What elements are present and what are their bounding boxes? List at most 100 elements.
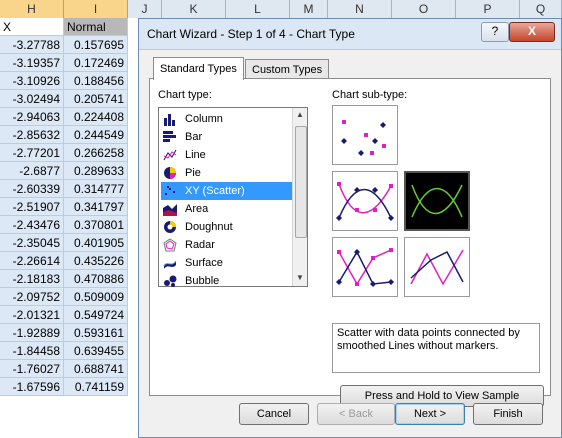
normal-value-cell[interactable]: 0.639455 [64, 342, 128, 360]
table-row: -1.76027 0.688741 [0, 360, 128, 378]
normal-value-cell[interactable]: 0.509009 [64, 288, 128, 306]
column-header-h[interactable]: H [0, 0, 64, 18]
x-value-cell[interactable]: -2.09752 [0, 288, 64, 306]
normal-value-cell[interactable]: 0.244549 [64, 126, 128, 144]
column-header-o[interactable]: O [392, 0, 456, 18]
chart-type-item-xy-scatter[interactable]: XY (Scatter) [161, 182, 297, 200]
x-value-cell[interactable]: -1.76027 [0, 360, 64, 378]
normal-value-cell[interactable]: 0.188456 [64, 72, 128, 90]
subtype-lines-no-markers[interactable] [404, 237, 470, 297]
column-header-i[interactable]: I [64, 0, 128, 18]
x-value-cell[interactable]: -2.43476 [0, 216, 64, 234]
column-header-p[interactable]: P [456, 0, 520, 18]
normal-value-cell[interactable]: 0.224408 [64, 108, 128, 126]
normal-value-cell[interactable]: 0.435226 [64, 252, 128, 270]
x-value-cell[interactable]: -2.85632 [0, 126, 64, 144]
subtype-smoothed-lines-selected[interactable] [404, 171, 470, 231]
column-header-k[interactable]: K [162, 0, 226, 18]
x-value-cell[interactable]: -3.19357 [0, 54, 64, 72]
normal-value-cell[interactable]: 0.172469 [64, 54, 128, 72]
chart-type-item-bar[interactable]: Bar [161, 128, 297, 146]
normal-value-cell[interactable]: 0.289633 [64, 162, 128, 180]
table-row: -3.27788 0.157695 [0, 36, 128, 54]
chart-type-label: Line [185, 149, 206, 161]
table-row: -2.85632 0.244549 [0, 126, 128, 144]
chart-type-item-bubble[interactable]: Bubble [161, 272, 297, 290]
column-header-m[interactable]: M [290, 0, 328, 18]
smoothed-markers-icon [336, 182, 394, 221]
x-value-cell[interactable]: -2.51907 [0, 198, 64, 216]
x-value-cell[interactable]: -2.60339 [0, 180, 64, 198]
table-row: -2.6877 0.289633 [0, 162, 128, 180]
dialog-titlebar[interactable]: Chart Wizard - Step 1 of 4 - Chart Type … [139, 19, 561, 50]
tab-standard-types[interactable]: Standard Types [153, 57, 244, 80]
normal-value-cell[interactable]: 0.401905 [64, 234, 128, 252]
subtype-lines-with-markers[interactable] [332, 237, 398, 297]
x-value-cell[interactable]: -2.18183 [0, 270, 64, 288]
normal-value-cell[interactable]: 0.157695 [64, 36, 128, 54]
table-row: -3.10926 0.188456 [0, 72, 128, 90]
subtype-scatter-markers[interactable] [332, 105, 398, 165]
column-header-j[interactable]: J [128, 0, 162, 18]
normal-value-cell[interactable]: 0.549724 [64, 306, 128, 324]
x-value-cell[interactable]: -1.67596 [0, 378, 64, 396]
subtype-smoothed-with-markers[interactable] [332, 171, 398, 231]
table-row: -2.77201 0.266258 [0, 144, 128, 162]
chart-type-item-column[interactable]: Column [161, 110, 297, 128]
x-value-cell[interactable]: -2.26614 [0, 252, 64, 270]
column-header-q[interactable]: Q [520, 0, 562, 18]
help-button[interactable]: ? [481, 22, 509, 42]
column-header-l[interactable]: L [226, 0, 290, 18]
table-row: -1.67596 0.741159 [0, 378, 128, 396]
chart-type-item-doughnut[interactable]: Doughnut [161, 218, 297, 236]
x-value-cell[interactable]: -2.01321 [0, 306, 64, 324]
chart-type-item-line[interactable]: Line [161, 146, 297, 164]
x-value-cell[interactable]: -2.35045 [0, 234, 64, 252]
column-headers: H I J K L M N O P Q [0, 0, 562, 19]
scatter-markers-icon [341, 120, 386, 156]
normal-value-cell[interactable]: 0.470886 [64, 270, 128, 288]
x-value-cell[interactable]: -2.77201 [0, 144, 64, 162]
chart-type-item-surface[interactable]: Surface [161, 254, 297, 272]
header-cell-normal[interactable]: Normal [64, 18, 128, 36]
chart-type-label: Doughnut [185, 221, 233, 233]
normal-value-cell[interactable]: 0.370801 [64, 216, 128, 234]
close-button[interactable]: X [509, 22, 555, 42]
normal-value-cell[interactable]: 0.593161 [64, 324, 128, 342]
chart-type-label: XY (Scatter) [185, 185, 245, 197]
scroll-down-icon[interactable]: ▼ [294, 272, 306, 284]
list-scrollbar[interactable]: ▲ ▼ [292, 108, 307, 286]
normal-value-cell[interactable]: 0.688741 [64, 360, 128, 378]
x-value-cell[interactable]: -2.94063 [0, 108, 64, 126]
chart-wizard-dialog: Chart Wizard - Step 1 of 4 - Chart Type … [138, 18, 562, 438]
normal-value-cell[interactable]: 0.341797 [64, 198, 128, 216]
scroll-thumb[interactable] [295, 126, 307, 238]
x-value-cell[interactable]: -2.6877 [0, 162, 64, 180]
x-value-cell[interactable]: -1.92889 [0, 324, 64, 342]
chart-type-item-area[interactable]: Area [161, 200, 297, 218]
tab-custom-types[interactable]: Custom Types [245, 59, 330, 80]
tab-panel: Chart type: Chart sub-type: Column Bar Lin… [149, 78, 551, 407]
chart-type-list[interactable]: Column Bar Line Pie XY (Scatter) Area Doughnut… [158, 107, 308, 287]
normal-value-cell[interactable]: 0.266258 [64, 144, 128, 162]
x-value-cell[interactable]: -3.27788 [0, 36, 64, 54]
normal-value-cell[interactable]: 0.314777 [64, 180, 128, 198]
chart-type-item-radar[interactable]: Radar [161, 236, 297, 254]
column-header-n[interactable]: N [328, 0, 392, 18]
cancel-button[interactable]: Cancel [239, 403, 309, 425]
chart-type-item-pie[interactable]: Pie [161, 164, 297, 182]
chart-type-label: Surface [185, 257, 223, 269]
next-button[interactable]: Next > [395, 403, 465, 425]
lines-markers-icon [336, 248, 394, 287]
back-button[interactable]: < Back [317, 403, 395, 425]
normal-value-cell[interactable]: 0.741159 [64, 378, 128, 396]
normal-value-cell[interactable]: 0.205741 [64, 90, 128, 108]
scroll-up-icon[interactable]: ▲ [294, 109, 306, 121]
x-value-cell[interactable]: -3.10926 [0, 72, 64, 90]
chart-type-label: Column [185, 113, 223, 125]
x-value-cell[interactable]: -3.02494 [0, 90, 64, 108]
finish-button[interactable]: Finish [473, 403, 543, 425]
header-cell-x[interactable]: X [0, 18, 64, 36]
x-value-cell[interactable]: -1.84458 [0, 342, 64, 360]
pie-chart-icon [163, 166, 177, 180]
